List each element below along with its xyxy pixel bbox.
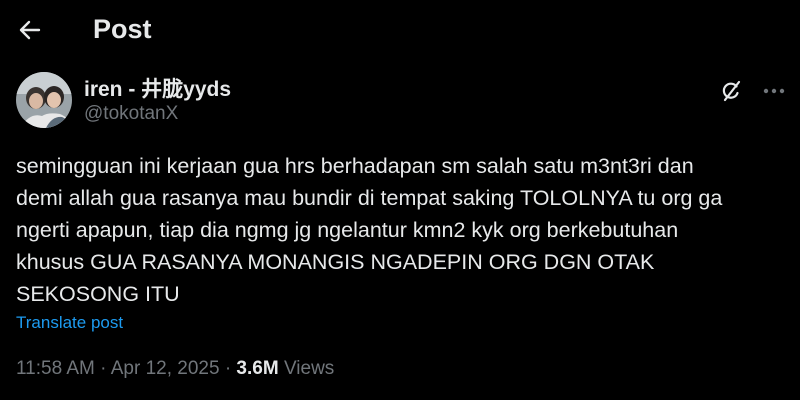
- arrow-left-icon: [19, 20, 41, 40]
- post-time[interactable]: 11:58 AM: [16, 358, 95, 379]
- back-button[interactable]: [12, 12, 48, 48]
- user-handle[interactable]: @tokotanX: [84, 103, 178, 125]
- author-row: iren - 井胧yyds @tokotanX: [0, 66, 800, 136]
- profile-photo: [16, 72, 72, 128]
- meta-separator: ·: [224, 358, 232, 379]
- post-text-line: ngerti apapun, tiap dia ngmg jg ngelantu…: [16, 218, 679, 242]
- grok-button[interactable]: [716, 76, 746, 106]
- post-page: Post iren - 井胧yyds @tokotanX semingguan …: [0, 0, 800, 400]
- post-text-line: khusus GUA RASANYA MONANGIS NGADEPIN ORG…: [16, 250, 655, 274]
- more-horizontal-icon: [763, 88, 785, 94]
- post-date[interactable]: Apr 12, 2025: [111, 358, 220, 379]
- post-text-line: demi allah gua rasanya mau bundir di tem…: [16, 186, 723, 210]
- avatar[interactable]: [16, 72, 72, 128]
- grok-icon: [722, 80, 741, 102]
- more-button[interactable]: [758, 76, 790, 106]
- post-text: semingguan ini kerjaan gua hrs berhadapa…: [16, 150, 796, 310]
- display-name[interactable]: iren - 井胧yyds: [84, 73, 231, 103]
- post-text-line: semingguan ini kerjaan gua hrs berhadapa…: [16, 154, 694, 178]
- header: Post: [0, 0, 800, 62]
- page-title: Post: [93, 14, 152, 44]
- translate-post-link[interactable]: Translate post: [16, 313, 123, 333]
- post-meta: 11:58 AM · Apr 12, 2025 · 3.6M Views: [16, 358, 334, 380]
- meta-separator: ·: [100, 358, 107, 379]
- views-label: Views: [283, 358, 335, 379]
- post-text-line: SEKOSONG ITU: [16, 282, 180, 306]
- views-count: 3.6M: [236, 358, 279, 379]
